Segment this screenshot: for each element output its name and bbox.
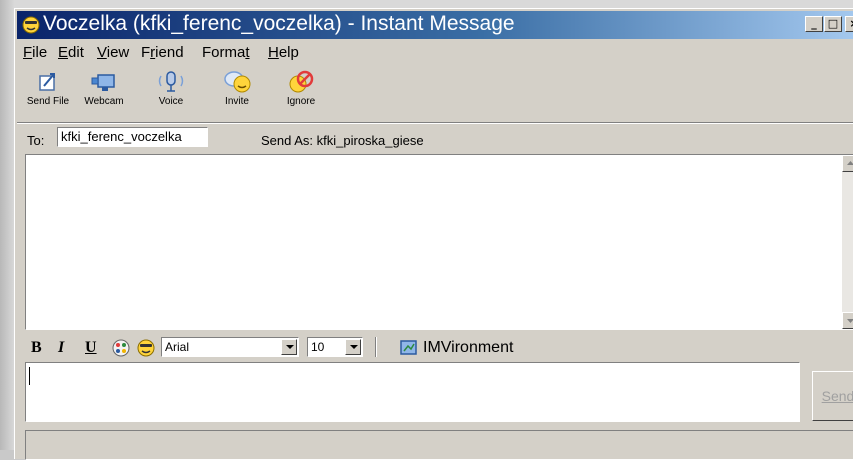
to-label: To:: [27, 133, 45, 148]
scroll-down-button[interactable]: [842, 312, 853, 329]
ignore-button[interactable]: Ignore: [281, 70, 321, 107]
menu-help[interactable]: Help: [268, 44, 299, 61]
text-caret: [29, 367, 30, 385]
send-button[interactable]: Send: [812, 371, 853, 421]
status-bar: [25, 430, 853, 460]
send-file-icon: [39, 73, 55, 91]
window-title: Voczelka (kfki_ferenc_voczelka) - Instan…: [43, 12, 515, 35]
underline-button[interactable]: U: [85, 339, 97, 357]
bold-button[interactable]: B: [31, 339, 42, 357]
voice-button[interactable]: Voice: [151, 70, 191, 107]
to-field[interactable]: kfki_ferenc_voczelka: [57, 127, 208, 147]
instant-message-window: Voczelka (kfki_ferenc_voczelka) - Instan…: [14, 8, 853, 460]
webcam-button[interactable]: Webcam: [79, 70, 129, 107]
font-size-select[interactable]: 10: [307, 337, 363, 357]
title-bar[interactable]: Voczelka (kfki_ferenc_voczelka) - Instan…: [17, 11, 853, 39]
desktop-background-top: [0, 0, 853, 8]
close-button[interactable]: ×: [845, 16, 853, 32]
size-dropdown-arrow[interactable]: [345, 339, 361, 355]
message-history-pane[interactable]: [25, 154, 853, 330]
menu-bar: File Edit View Friend Format Help: [17, 41, 853, 63]
microphone-icon: [158, 71, 184, 92]
history-scrollbar[interactable]: [842, 155, 853, 329]
compose-input[interactable]: [25, 362, 800, 422]
menu-edit[interactable]: Edit: [58, 44, 84, 61]
menu-view[interactable]: View: [97, 44, 129, 61]
emoticon-icon[interactable]: [136, 338, 156, 358]
menu-friend[interactable]: Friend: [141, 44, 184, 61]
formatting-toolbar: B I U Arial 10 IMVironment: [25, 331, 853, 361]
webcam-icon: [91, 74, 115, 91]
maximize-button[interactable]: □: [824, 16, 842, 32]
toolbar: Send File Webcam Voice Invite Ignore: [17, 64, 853, 124]
menu-file[interactable]: File: [23, 44, 47, 61]
scroll-up-button[interactable]: [842, 155, 853, 172]
imvironment-icon[interactable]: [399, 338, 419, 358]
minimize-button[interactable]: _: [805, 16, 823, 32]
scroll-up-arrow-icon: [847, 161, 853, 165]
font-dropdown-arrow[interactable]: [281, 339, 297, 355]
menu-format[interactable]: Format: [202, 44, 250, 61]
ignore-icon: [289, 70, 314, 93]
format-divider: [375, 337, 377, 357]
desktop-background-left: [0, 0, 14, 450]
color-palette-icon[interactable]: [111, 338, 131, 358]
imvironment-button[interactable]: IMVironment: [423, 339, 513, 357]
messenger-smiley-icon: [22, 16, 40, 34]
send-file-button[interactable]: Send File: [23, 70, 73, 107]
invite-button[interactable]: Invite: [217, 70, 257, 107]
send-as-label: Send As: kfki_piroska_giese: [261, 133, 424, 148]
toolbar-divider: [17, 122, 853, 124]
invite-icon: [224, 71, 251, 93]
scroll-down-arrow-icon: [847, 319, 853, 323]
italic-button[interactable]: I: [58, 339, 64, 357]
font-select[interactable]: Arial: [161, 337, 299, 357]
